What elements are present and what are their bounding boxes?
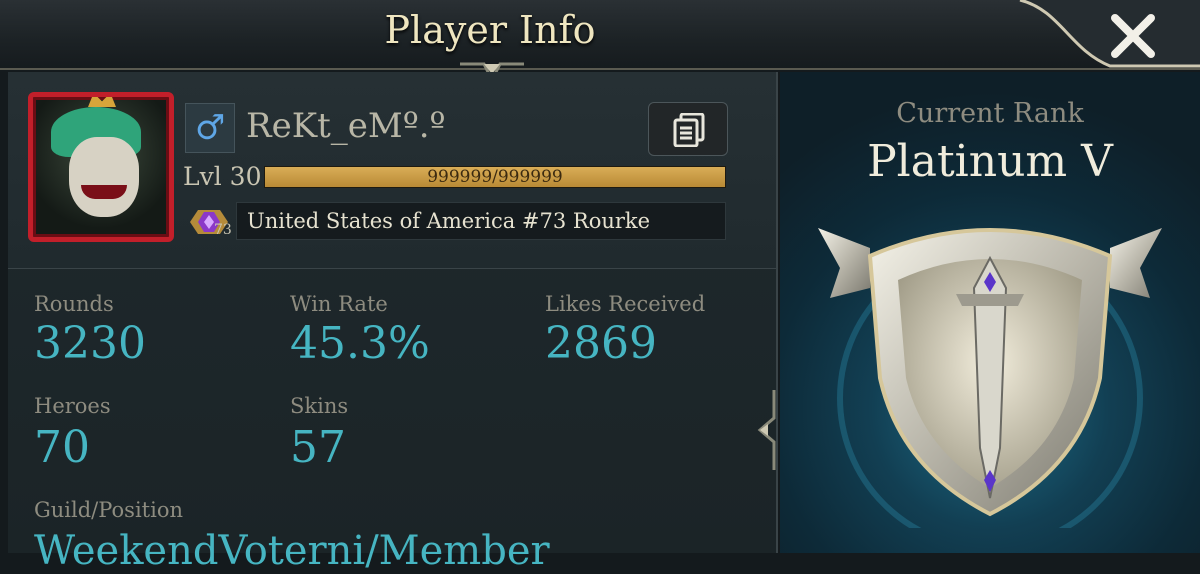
heroes-label: Heroes [34,394,111,418]
guild-value: WeekendVoterni/Member [34,528,550,574]
region-badge-number: 73 [214,222,232,238]
close-icon [1019,0,1200,68]
heroes-value: 70 [34,422,90,473]
header-bar: Player Info [0,0,1200,84]
copy-button[interactable] [648,102,728,156]
win-rate-label: Win Rate [290,292,388,316]
likes-value: 2869 [545,318,657,369]
level-label: Lvl 30 [183,162,262,191]
skins-label: Skins [290,394,349,418]
close-button[interactable] [1000,0,1200,70]
guild-label: Guild/Position [34,498,183,522]
rank-caption: Current Rank [896,98,1084,129]
country-rank: United States of America #73 Rourke [236,202,726,240]
gem-icon: 73 [186,202,232,242]
male-icon: ♂ [185,103,235,153]
profile-area: ♂ ReKt_eMº.º Lvl 30 999999/999999 73 Uni… [8,72,776,269]
copy-icon [673,113,705,147]
rounds-label: Rounds [34,292,114,316]
avatar[interactable] [28,92,174,242]
side-ornament-icon [757,390,776,470]
rank-name: Platinum V [867,136,1113,187]
rounds-value: 3230 [34,318,146,369]
xp-bar: 999999/999999 [264,166,726,188]
skins-value: 57 [290,422,346,473]
page-title: Player Info [384,8,596,52]
player-info-panel: ♂ ReKt_eMº.º Lvl 30 999999/999999 73 Uni… [8,72,778,574]
xp-text: 999999/999999 [427,167,563,187]
win-rate-value: 45.3% [290,318,430,369]
likes-label: Likes Received [545,292,706,316]
platinum-shield-emblem-icon[interactable] [810,208,1170,528]
rank-panel: Current Rank Platinum V [780,72,1200,553]
player-name: ReKt_eMº.º [246,106,446,146]
